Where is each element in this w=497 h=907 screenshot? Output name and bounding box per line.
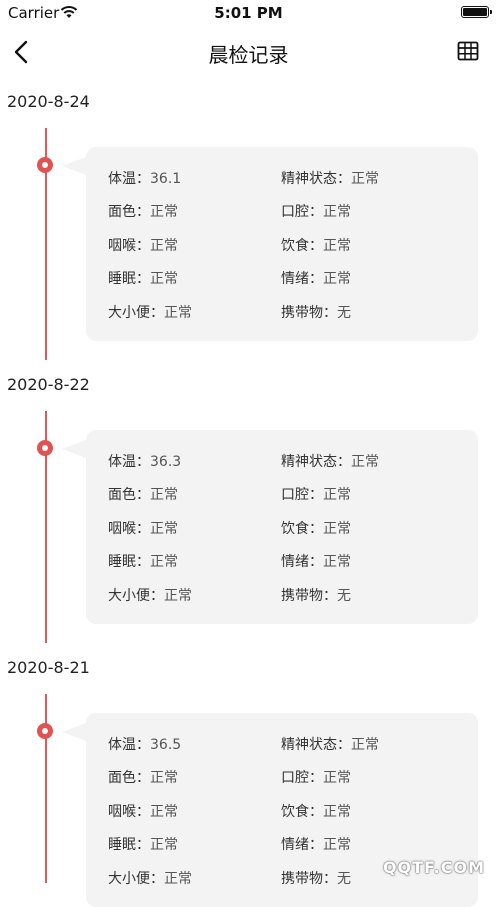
record-date: 2020-8-24 [7, 92, 90, 111]
field-sleep: 睡眠正常 [108, 268, 178, 288]
field-mood: 情绪正常 [281, 268, 351, 288]
field-oral-cavity: 口腔正常 [281, 767, 351, 787]
field-oral-cavity: 口腔正常 [281, 484, 351, 504]
field-mood: 情绪正常 [281, 834, 351, 854]
field-complexion: 面色正常 [108, 767, 178, 787]
field-throat: 咽喉正常 [108, 235, 178, 255]
record-card[interactable]: 体温36.3 精神状态正常 面色正常 口腔正常 咽喉正常 饮食正常 睡眠正常 情… [62, 430, 478, 624]
field-diet: 饮食正常 [281, 801, 351, 821]
field-carried-items: 携带物无 [281, 302, 351, 322]
field-diet: 饮食正常 [281, 235, 351, 255]
field-mood: 情绪正常 [281, 551, 351, 571]
field-carried-items: 携带物无 [281, 868, 351, 888]
field-complexion: 面色正常 [108, 201, 178, 221]
field-stool: 大小便正常 [108, 868, 192, 888]
field-throat: 咽喉正常 [108, 801, 178, 821]
timeline-dot-icon [37, 723, 53, 739]
status-bar: Carrier 5:01 PM [0, 0, 497, 26]
field-mental-state: 精神状态正常 [281, 451, 379, 471]
record-card[interactable]: 体温36.5 精神状态正常 面色正常 口腔正常 咽喉正常 饮食正常 睡眠正常 情… [62, 713, 478, 907]
navigation-bar: 晨检记录 [0, 26, 497, 78]
status-time: 5:01 PM [214, 4, 283, 22]
field-mental-state: 精神状态正常 [281, 734, 379, 754]
field-carried-items: 携带物无 [281, 585, 351, 605]
field-stool: 大小便正常 [108, 585, 192, 605]
battery-icon [461, 6, 492, 18]
field-sleep: 睡眠正常 [108, 551, 178, 571]
table-icon [457, 41, 479, 61]
record-date: 2020-8-21 [7, 658, 90, 677]
field-temperature: 体温36.1 [108, 168, 181, 188]
field-diet: 饮食正常 [281, 518, 351, 538]
field-temperature: 体温36.3 [108, 451, 181, 471]
field-temperature: 体温36.5 [108, 734, 181, 754]
record-card[interactable]: 体温36.1 精神状态正常 面色正常 口腔正常 咽喉正常 饮食正常 睡眠正常 情… [62, 147, 478, 341]
chevron-left-icon [14, 40, 28, 64]
field-throat: 咽喉正常 [108, 518, 178, 538]
timeline-dot-icon [37, 440, 53, 456]
timeline-dot-icon [37, 157, 53, 173]
field-oral-cavity: 口腔正常 [281, 201, 351, 221]
field-complexion: 面色正常 [108, 484, 178, 504]
table-view-button[interactable] [457, 40, 479, 62]
page-title: 晨检记录 [208, 43, 289, 67]
field-sleep: 睡眠正常 [108, 834, 178, 854]
watermark: QQTF.COM [382, 858, 485, 877]
back-button[interactable] [6, 36, 38, 68]
field-stool: 大小便正常 [108, 302, 192, 322]
record-date: 2020-8-22 [7, 375, 90, 394]
field-mental-state: 精神状态正常 [281, 168, 379, 188]
